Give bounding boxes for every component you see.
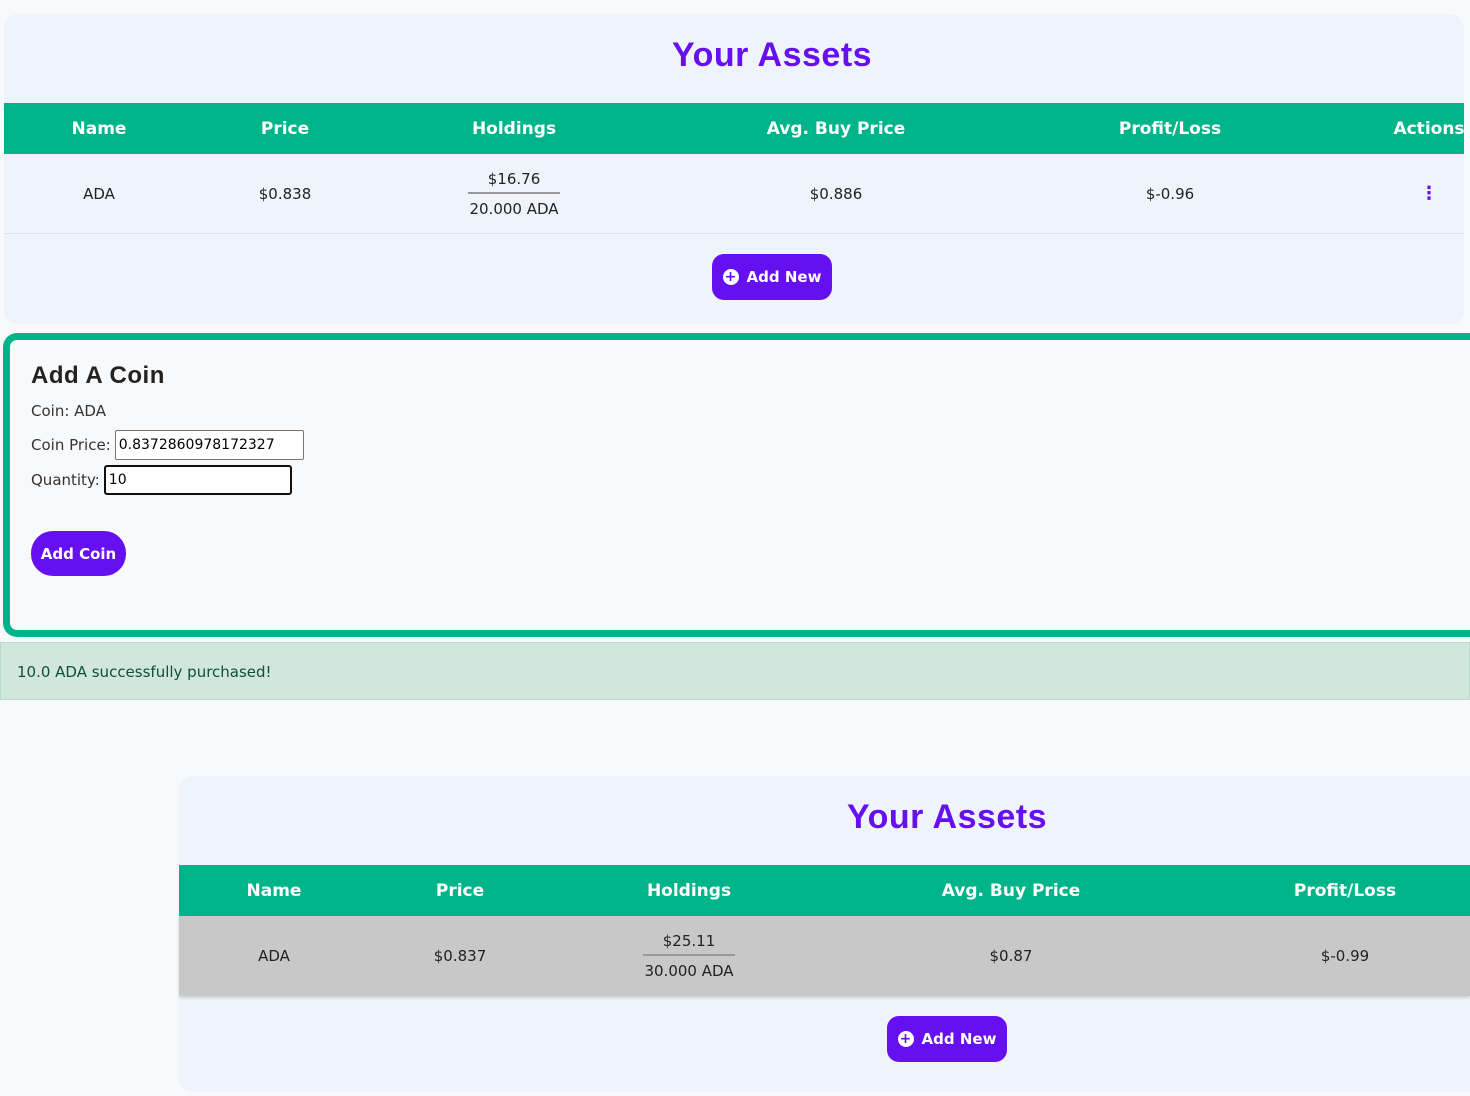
holdings: $16.76 20.000 ADA	[414, 154, 614, 233]
add-new-button[interactable]: + Add New	[887, 1016, 1007, 1062]
coin-price: $0.838	[258, 184, 312, 203]
form-title: Add A Coin	[31, 362, 165, 389]
table-row[interactable]: ADA $0.837 $25.11 30.000 ADA $0.87 $-0.9…	[179, 916, 1470, 996]
qty-field-label: Quantity:	[31, 465, 292, 495]
col-avg-buy: Avg. Buy Price	[941, 880, 1081, 901]
page-title: Your Assets	[671, 36, 873, 74]
success-alert: 10.0 ADA successfully purchased!	[0, 642, 1470, 700]
holdings: $25.11 30.000 ADA	[589, 916, 789, 996]
profit-loss: $-0.99	[1320, 947, 1370, 965]
avg-buy-price: $0.886	[809, 184, 863, 203]
col-name: Name	[246, 880, 302, 901]
coin-price: $0.837	[433, 947, 487, 965]
assets-panel-bottom: Your Assets Name Price Holdings Avg. Buy…	[179, 776, 1470, 1092]
col-price: Price	[260, 118, 310, 139]
col-name: Name	[71, 118, 127, 139]
holdings-value: $25.11	[642, 932, 736, 956]
add-new-label: Add New	[746, 268, 822, 286]
assets-panel-top: Your Assets Name Price Holdings Avg. Buy…	[4, 14, 1465, 324]
avg-buy-price: $0.87	[989, 947, 1033, 965]
col-avg-buy: Avg. Buy Price	[766, 118, 906, 139]
add-new-button[interactable]: + Add New	[712, 254, 832, 300]
add-coin-form: Add A Coin Coin: ADA Coin Price: Quantit…	[3, 333, 1470, 637]
col-holdings: Holdings	[471, 118, 557, 139]
plus-circle-icon: +	[897, 1031, 914, 1047]
col-actions: Actions	[1393, 118, 1465, 139]
table-row: ADA $0.838 $16.76 20.000 ADA $0.886 $-0.…	[4, 154, 1464, 234]
profit-loss: $-0.96	[1145, 184, 1195, 203]
price-label: Coin Price:	[31, 436, 111, 454]
holdings-qty: 30.000 ADA	[644, 962, 734, 980]
plus-circle-icon: +	[722, 269, 739, 285]
kebab-menu-icon[interactable]: ⋮	[1389, 154, 1469, 233]
add-coin-button[interactable]: Add Coin	[31, 531, 126, 576]
table-header: Name Price Holdings Avg. Buy Price Profi…	[4, 103, 1465, 154]
col-price: Price	[435, 880, 485, 901]
holdings-qty: 20.000 ADA	[469, 199, 559, 218]
price-field-label: Coin Price:	[31, 430, 304, 460]
holdings-value: $16.76	[467, 170, 561, 194]
quantity-input[interactable]	[103, 465, 292, 495]
col-profit-loss: Profit/Loss	[1118, 118, 1222, 139]
col-profit-loss: Profit/Loss	[1293, 880, 1397, 901]
coin-label: Coin: ADA	[31, 402, 106, 420]
coin-price-input[interactable]	[114, 430, 304, 460]
coin-name: ADA	[83, 184, 115, 203]
coin-name: ADA	[258, 947, 290, 965]
qty-label: Quantity:	[31, 471, 100, 489]
add-new-label: Add New	[921, 1030, 997, 1048]
page-title: Your Assets	[846, 798, 1048, 836]
col-holdings: Holdings	[646, 880, 732, 901]
table-header: Name Price Holdings Avg. Buy Price Profi…	[179, 865, 1470, 916]
